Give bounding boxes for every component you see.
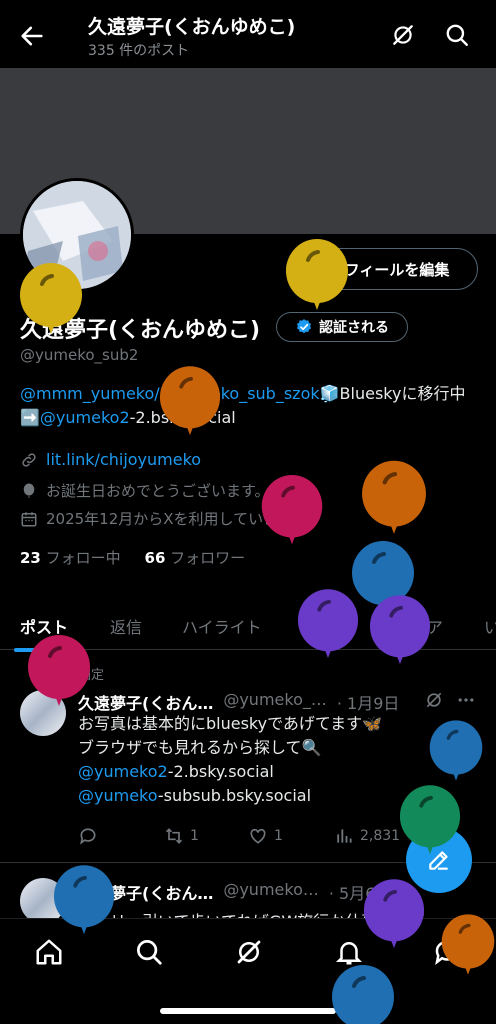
repost-count: 1 bbox=[190, 828, 199, 844]
post-line: お写真は基本的にblueskyであげてます🦋 bbox=[78, 714, 383, 733]
followers-label: フォロワー bbox=[170, 549, 246, 567]
joined-text: 2025年12月からXを利用しています bbox=[46, 510, 294, 528]
following-link[interactable]: 23 フォロー中 bbox=[20, 549, 121, 567]
post-header: 久遠夢子(くおん… @yumeko… · 5月6日 bbox=[78, 880, 391, 904]
reply-icon bbox=[80, 828, 96, 845]
post-domain: -2.bsky.social bbox=[167, 762, 274, 781]
arrow-emoji: ➡️ bbox=[20, 408, 40, 427]
website-row: lit.link/chijoyumeko bbox=[20, 450, 201, 469]
post-author-handle[interactable]: @yumeko… bbox=[223, 880, 319, 904]
compose-icon bbox=[429, 851, 448, 870]
grok-icon[interactable] bbox=[234, 937, 264, 967]
avatar-photo bbox=[23, 181, 131, 289]
chevron-right-icon[interactable] bbox=[301, 512, 315, 526]
post-mention[interactable]: @yumeko2 bbox=[78, 762, 168, 781]
profile-tabs: ポスト 返信 ハイライト 記事 メディア い bbox=[0, 604, 496, 652]
post-header: 久遠夢子(くおん… @yumeko_… · 1月9日 bbox=[78, 690, 399, 714]
verified-badge-icon bbox=[296, 319, 312, 334]
get-verified-button[interactable]: 認証される bbox=[276, 312, 408, 342]
verify-label: 認証される bbox=[319, 320, 389, 336]
profile-avatar[interactable] bbox=[20, 178, 134, 292]
tab-likes[interactable]: い bbox=[484, 614, 496, 638]
pin-icon bbox=[57, 667, 69, 680]
search-icon[interactable] bbox=[134, 937, 164, 967]
link-icon bbox=[22, 452, 36, 467]
notifications-icon[interactable] bbox=[334, 937, 364, 967]
balloon-icon bbox=[23, 483, 35, 498]
tab-posts[interactable]: ポスト bbox=[20, 614, 68, 638]
active-tab-indicator bbox=[14, 648, 78, 652]
page-title: 久遠夢子(くおんゆめこ) bbox=[88, 16, 296, 38]
bio-mention[interactable]: @yumeko_sub_szok bbox=[160, 384, 320, 403]
post-author-handle[interactable]: @yumeko_… bbox=[223, 690, 327, 714]
pinned-indicator: 固定 bbox=[56, 664, 104, 683]
bio-mention[interactable]: @mmm_yumeko bbox=[20, 384, 154, 403]
repost-icon bbox=[165, 828, 183, 844]
grok-icon[interactable] bbox=[424, 690, 444, 710]
repost-button[interactable]: 1 bbox=[164, 826, 199, 846]
like-count: 1 bbox=[274, 828, 283, 844]
website-link[interactable]: lit.link/chijoyumeko bbox=[46, 450, 201, 469]
calendar-icon bbox=[21, 511, 37, 526]
following-count: 23 bbox=[20, 549, 41, 567]
post-line: ブラウザでも見れるから探して🔍 bbox=[78, 738, 322, 757]
post-author-name[interactable]: 久遠夢子(くおん… bbox=[78, 880, 213, 904]
post-text: お写真は基本的にblueskyであげてます🦋 ブラウザでも見れるから探して🔍 @… bbox=[78, 712, 478, 808]
top-bar: 久遠夢子(くおんゆめこ) 335 件のポスト bbox=[0, 0, 496, 68]
balloon-decoration bbox=[362, 460, 426, 534]
post-author-name[interactable]: 久遠夢子(くおん… bbox=[78, 690, 213, 714]
like-button[interactable]: 1 bbox=[248, 826, 283, 846]
back-arrow-icon[interactable] bbox=[18, 22, 46, 50]
tab-highlights[interactable]: ハイライト bbox=[182, 614, 262, 638]
views-icon bbox=[337, 829, 352, 843]
tab-articles[interactable]: 記事 bbox=[306, 614, 338, 638]
bio-domain: -2.bsky.social bbox=[129, 408, 236, 427]
search-icon[interactable] bbox=[444, 22, 470, 48]
post-mention[interactable]: @yumeko bbox=[78, 786, 158, 805]
bio-text: 🧊Blueskyに移行中 bbox=[319, 384, 466, 403]
joined-row: 2025年12月からXを利用しています bbox=[20, 508, 315, 529]
birthday-text: お誕生日おめでとうございます。 bbox=[46, 482, 270, 500]
followers-count: 66 bbox=[144, 549, 166, 567]
more-icon[interactable] bbox=[456, 690, 476, 710]
post-date[interactable]: · 5月6日 bbox=[329, 880, 392, 904]
post-domain: -subsub.bsky.social bbox=[157, 786, 312, 805]
post-date[interactable]: · 1月9日 bbox=[337, 690, 400, 714]
post-avatar[interactable] bbox=[20, 690, 66, 736]
profile-handle: @yumeko_sub2 bbox=[20, 346, 139, 364]
grok-icon[interactable] bbox=[390, 22, 416, 48]
post-count: 335 件のポスト bbox=[88, 43, 190, 59]
compose-button[interactable] bbox=[406, 827, 472, 893]
profile-bio: @mmm_yumeko/@yumeko_sub_szok🧊Blueskyに移行中… bbox=[20, 382, 490, 430]
heart-icon bbox=[250, 828, 266, 844]
following-label: フォロー中 bbox=[45, 549, 121, 567]
views-count: 2,831 bbox=[360, 828, 401, 844]
bio-mention[interactable]: @yumeko2 bbox=[40, 408, 130, 427]
pinned-label: 固定 bbox=[78, 668, 105, 683]
edit-profile-button[interactable]: プロフィールを編集 bbox=[286, 248, 478, 290]
home-indicator bbox=[160, 1008, 336, 1014]
tab-media[interactable]: メディア bbox=[380, 614, 443, 638]
reply-button[interactable] bbox=[78, 826, 98, 846]
views-button[interactable]: 2,831 bbox=[334, 826, 400, 846]
birthday-row: お誕生日おめでとうございます。 bbox=[20, 480, 270, 501]
profile-name: 久遠夢子(くおんゆめこ) bbox=[20, 318, 261, 343]
follow-stats: 23 フォロー中 66 フォロワー bbox=[20, 547, 245, 568]
tab-replies[interactable]: 返信 bbox=[110, 614, 142, 638]
messages-icon[interactable] bbox=[432, 937, 462, 967]
followers-link[interactable]: 66 フォロワー bbox=[145, 549, 246, 567]
home-icon[interactable] bbox=[34, 937, 64, 967]
